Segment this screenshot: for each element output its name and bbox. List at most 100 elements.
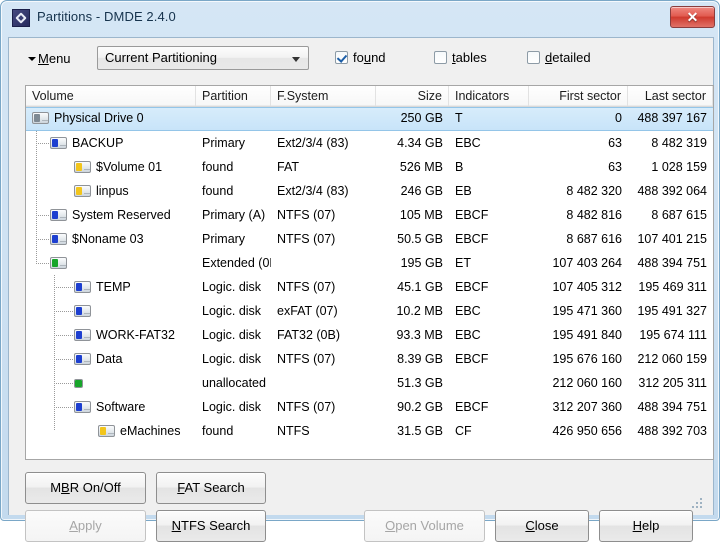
table-row[interactable]: WORK-FAT32 Logic. disk FAT32 (0B) 93.3 MB EB… (26, 323, 713, 347)
cell-fsystem: NTFS (07) (277, 280, 336, 294)
cell-volume: BACKUP (72, 136, 124, 150)
checkbox-detailed-box[interactable] (527, 51, 540, 64)
cell-size: 250 GB (400, 111, 443, 125)
checkbox-found-box[interactable] (335, 51, 348, 64)
close-glyph: ✕ (686, 9, 699, 25)
cell-indicators: EBCF (455, 352, 489, 366)
column-header-first-sector[interactable]: First sector (529, 86, 628, 106)
cell-first: 195 676 160 (552, 352, 622, 366)
cell-size: 90.2 GB (397, 400, 443, 414)
table-row[interactable]: $Noname 03 Primary NTFS (07) 50.5 GB EBCF 8 6… (26, 227, 713, 251)
table-row[interactable]: Data Logic. disk NTFS (07) 8.39 GB EBCF 195 6… (26, 347, 713, 371)
column-header-indicators[interactable]: Indicators (449, 86, 529, 106)
tree-connector (36, 239, 50, 240)
close-icon[interactable]: ✕ (670, 6, 715, 28)
cell-volume: System Reserved (72, 208, 171, 222)
cell-indicators: EBC (455, 328, 481, 342)
tree-trunk (36, 251, 37, 264)
help-button[interactable]: Help (599, 510, 693, 542)
table-row[interactable]: linpus found Ext2/3/4 (83) 246 GB EB 8 482 32… (26, 179, 713, 203)
column-header-volume[interactable]: Volume (26, 86, 196, 106)
cell-size: 51.3 GB (397, 376, 443, 390)
cell-last: 195 469 311 (638, 280, 707, 294)
close-button-main[interactable]: Close (495, 510, 589, 542)
cell-volume: $Noname 03 (72, 232, 144, 246)
cell-fsystem: exFAT (07) (277, 304, 338, 318)
help-button-label: Help (632, 518, 660, 533)
cell-last: 8 482 319 (651, 136, 707, 150)
tree-connector (54, 383, 74, 384)
checkbox-tables-box[interactable] (434, 51, 447, 64)
cell-partition: Logic. disk (202, 304, 262, 318)
mbr-onoff-button[interactable]: MBR On/Off (25, 472, 146, 504)
checkbox-tables[interactable]: tables (434, 50, 487, 65)
cell-partition: Logic. disk (202, 352, 262, 366)
cell-indicators: EB (455, 184, 472, 198)
partitioning-dropdown[interactable]: Current Partitioning (97, 46, 309, 70)
tree-connector (54, 335, 74, 336)
cell-size: 10.2 MB (396, 304, 443, 318)
cell-indicators: EBC (455, 136, 481, 150)
checkbox-found[interactable]: found (335, 50, 386, 65)
menu-button[interactable]: Menu (28, 51, 71, 66)
cell-volume: WORK-FAT32 (96, 328, 175, 342)
table-row[interactable]: Extended (0F) 195 GB ET 107 403 264 488 394 … (26, 251, 713, 275)
cell-indicators: B (455, 160, 464, 174)
cell-indicators: EBCF (455, 280, 489, 294)
table-row[interactable]: Software Logic. disk NTFS (07) 90.2 GB EBCF 3… (26, 395, 713, 419)
grip-dot (700, 506, 702, 508)
cell-size: 8.39 GB (397, 352, 443, 366)
table-row[interactable]: Physical Drive 0 250 GB T 0 488 397 167 (26, 107, 713, 131)
list-header[interactable]: Volume Partition F.System Size Indicators Fir… (26, 86, 713, 107)
table-row[interactable]: Logic. disk exFAT (07) 10.2 MB EBC 195 471 3… (26, 299, 713, 323)
tree-trunk (54, 371, 55, 395)
cell-volume: $Volume 01 (96, 160, 163, 174)
title-bar[interactable]: Partitions - DMDE 2.4.0 ✕ (1, 1, 720, 37)
cell-fsystem (271, 371, 376, 395)
cell-first: 8 482 816 (566, 208, 622, 222)
tree-connector (54, 287, 74, 288)
menu-label: enu (48, 51, 71, 66)
checkbox-found-mnemonic: u (363, 50, 372, 65)
tree-trunk (54, 275, 55, 299)
cell-indicators: EBCF (455, 400, 489, 414)
table-row[interactable]: eMachines found NTFS 31.5 GB CF 426 950 656 48… (26, 419, 713, 443)
checkbox-detailed[interactable]: detailed (527, 50, 591, 65)
cell-last: 488 397 167 (637, 111, 707, 125)
cell-indicators: CF (455, 424, 472, 438)
fat-search-button-label: FAT Search (177, 480, 245, 495)
cell-last: 8 687 615 (651, 208, 707, 222)
cell-first: 212 060 160 (552, 376, 622, 390)
cell-volume: eMachines (120, 424, 181, 438)
ntfs-search-button[interactable]: NTFS Search (156, 510, 266, 542)
close-button-main-label: Close (525, 518, 559, 533)
tree-connector (36, 143, 50, 144)
column-header-last-sector[interactable]: Last sector (628, 86, 713, 106)
tree-trunk (36, 179, 37, 203)
column-header-partition[interactable]: Partition (196, 86, 271, 106)
table-row[interactable]: System Reserved Primary (A) NTFS (07) 105 M… (26, 203, 713, 227)
fat-search-button[interactable]: FAT Search (156, 472, 266, 504)
cell-fsystem: NTFS (07) (277, 400, 336, 414)
list-rows: Physical Drive 0 250 GB T 0 488 397 167 BACKU… (26, 107, 713, 443)
cell-partition: Logic. disk (202, 400, 262, 414)
cell-fsystem (271, 251, 376, 275)
cell-first: 107 403 264 (552, 256, 622, 270)
column-header-size[interactable]: Size (376, 86, 449, 106)
extended-partition-icon (50, 257, 67, 269)
table-row[interactable]: $Volume 01 found FAT 526 MB B 63 1 028 159 (26, 155, 713, 179)
partitions-list[interactable]: Volume Partition F.System Size Indicators Fir… (25, 85, 714, 460)
table-row[interactable]: BACKUP Primary Ext2/3/4 (83) 4.34 GB EBC 63 8 … (26, 131, 713, 155)
cell-size: 93.3 MB (396, 328, 443, 342)
resize-grip[interactable] (692, 498, 704, 510)
grip-dot (700, 502, 702, 504)
column-header-f-system[interactable]: F.System (271, 86, 376, 106)
table-row[interactable]: TEMP Logic. disk NTFS (07) 45.1 GB EBCF 107 4… (26, 275, 713, 299)
partition-icon (50, 209, 67, 221)
cell-size: 526 MB (399, 160, 443, 174)
grip-dot (696, 502, 698, 504)
cell-fsystem: Ext2/3/4 (83) (277, 184, 349, 198)
cell-partition (196, 108, 271, 128)
partition-icon (50, 137, 67, 149)
table-row[interactable]: unallocated 51.3 GB 212 060 160 312 205 311 (26, 371, 713, 395)
